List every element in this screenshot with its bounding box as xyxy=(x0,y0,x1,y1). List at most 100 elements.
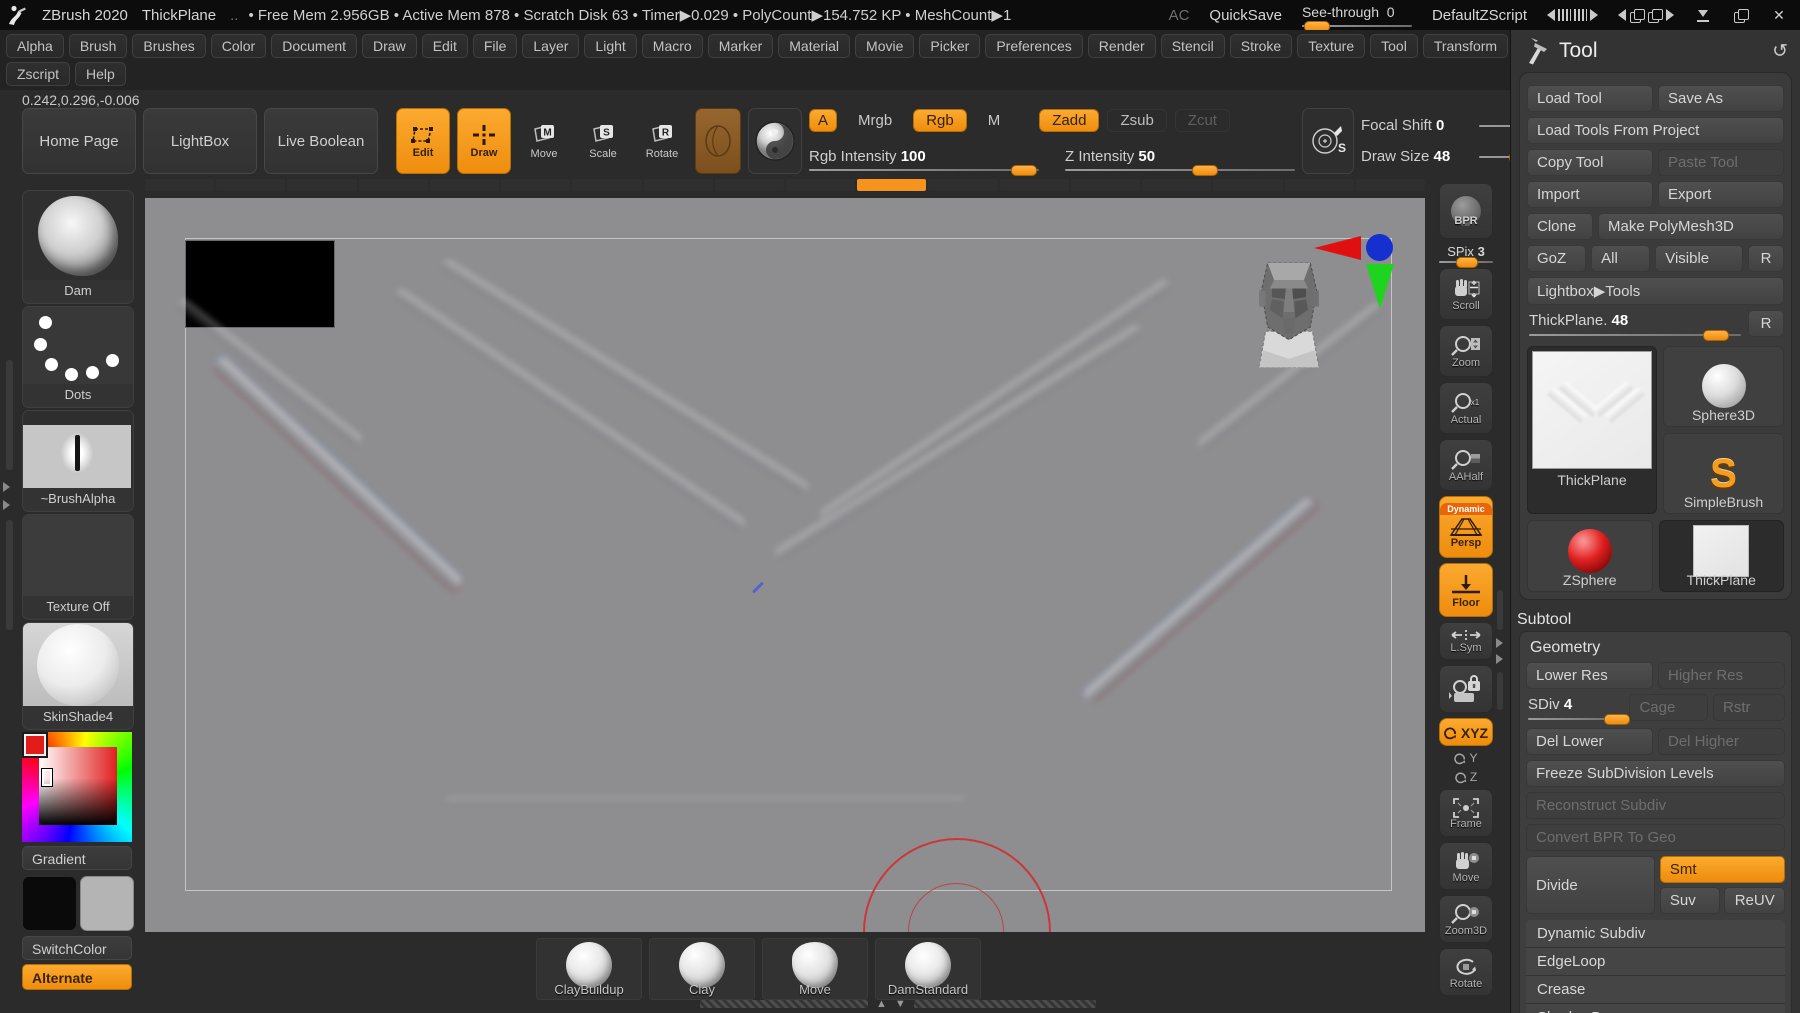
rgb-intensity-handle[interactable] xyxy=(1011,165,1038,176)
move-3d-button[interactable]: Move xyxy=(1439,842,1493,890)
geometry-section-header[interactable]: Geometry xyxy=(1530,639,1781,657)
secondary-color-swatch[interactable] xyxy=(80,876,134,931)
left-tray-scrollbar[interactable] xyxy=(3,360,16,690)
menu-file[interactable]: File xyxy=(472,34,518,58)
rgb-intensity-slider[interactable]: Rgb Intensity 100 xyxy=(809,148,1039,176)
camera-orientation-head-gizmo[interactable] xyxy=(1257,248,1321,376)
bpr-render-button[interactable]: BPR xyxy=(1439,183,1493,239)
menu-draw[interactable]: Draw xyxy=(362,34,417,58)
zadd-toggle[interactable]: Zadd xyxy=(1039,109,1100,132)
quicksave-button[interactable]: QuickSave xyxy=(1209,7,1282,24)
spix-handle[interactable] xyxy=(1456,257,1479,268)
zscript-play-controls[interactable] xyxy=(1547,9,1598,21)
zcut-toggle[interactable]: Zcut xyxy=(1174,109,1230,132)
copy-tool-button[interactable]: Copy Tool xyxy=(1527,149,1653,176)
frame-button[interactable]: Frame xyxy=(1439,789,1493,837)
menu-picker[interactable]: Picker xyxy=(919,34,981,58)
local-symmetry-button[interactable]: L.Sym xyxy=(1439,622,1493,660)
menu-layer[interactable]: Layer xyxy=(522,34,580,58)
move-mode-button[interactable]: M Move xyxy=(518,108,570,174)
floor-toggle-button[interactable]: Floor xyxy=(1439,563,1493,617)
current-alpha-selector[interactable]: ~BrushAlpha xyxy=(22,410,134,512)
import-button[interactable]: Import xyxy=(1527,181,1653,208)
persp-toggle-button[interactable]: Dynamic Persp xyxy=(1439,496,1493,558)
actual-size-button[interactable]: x1 Actual xyxy=(1439,382,1493,434)
z-intensity-slider[interactable]: Z Intensity 50 xyxy=(1065,148,1295,176)
zoom-3d-button[interactable]: Zoom3D xyxy=(1439,895,1493,943)
y-axis-arrow[interactable] xyxy=(1366,264,1394,309)
shelf-down-icon[interactable]: ▼ xyxy=(895,999,906,1010)
material-swatch-button[interactable] xyxy=(695,108,741,174)
a-toggle[interactable]: A xyxy=(809,109,838,132)
color-picker[interactable] xyxy=(22,732,132,842)
panel-reset-icon[interactable]: ↺ xyxy=(1772,40,1788,63)
stroke-settings-button[interactable]: S xyxy=(1302,108,1354,174)
current-texture-selector[interactable]: Texture Off xyxy=(22,514,134,620)
menu-texture[interactable]: Texture xyxy=(1297,34,1366,58)
edit-mode-button[interactable]: Edit xyxy=(396,108,450,174)
save-as-button[interactable]: Save As xyxy=(1658,85,1784,112)
alternate-button[interactable]: Alternate xyxy=(22,964,132,990)
tool-item-simplebrush[interactable]: S SimpleBrush xyxy=(1663,433,1784,514)
sculpt-canvas[interactable] xyxy=(145,198,1425,932)
tray-expand-icon[interactable] xyxy=(3,482,10,492)
menu-render[interactable]: Render xyxy=(1087,34,1156,58)
spix-slider[interactable]: SPix 3 xyxy=(1439,244,1493,268)
scale-mode-button[interactable]: S Scale xyxy=(577,108,629,174)
menu-brush[interactable]: Brush xyxy=(68,34,128,58)
rotate-mode-button[interactable]: R Rotate xyxy=(636,108,688,174)
shelf-brush-move[interactable]: Move xyxy=(762,938,868,1000)
menu-tool[interactable]: Tool xyxy=(1370,34,1418,58)
export-button[interactable]: Export xyxy=(1658,181,1784,208)
tray-expand-icon2[interactable] xyxy=(3,500,10,510)
current-material-ball[interactable] xyxy=(748,108,802,174)
rotate-y-button[interactable]: Y xyxy=(1454,751,1478,765)
nav-expand-icon2[interactable] xyxy=(1496,654,1503,664)
menu-movie[interactable]: Movie xyxy=(855,34,915,58)
goz-button[interactable]: GoZ xyxy=(1527,245,1587,272)
rotate-3d-button[interactable]: Rotate xyxy=(1439,948,1493,996)
doc-prev-icon[interactable] xyxy=(1618,9,1626,21)
tool-item-thickplane[interactable]: ThickPlane xyxy=(1658,520,1784,592)
scroll-doc-button[interactable]: Scroll xyxy=(1439,268,1493,320)
restore-button[interactable] xyxy=(1732,6,1750,24)
del-lower-button[interactable]: Del Lower xyxy=(1526,728,1653,755)
shelf-brush-clay[interactable]: Clay xyxy=(649,938,755,1000)
load-tool-button[interactable]: Load Tool xyxy=(1527,85,1653,112)
menu-preferences[interactable]: Preferences xyxy=(985,34,1083,58)
current-tool-tile[interactable]: ThickPlane xyxy=(1527,346,1657,514)
lightbox-button[interactable]: LightBox xyxy=(143,108,257,174)
freeze-subdivision-button[interactable]: Freeze SubDivision Levels xyxy=(1526,760,1785,787)
z-axis-dot[interactable] xyxy=(1366,234,1393,261)
doc-next-icon[interactable] xyxy=(1666,9,1674,21)
current-brush-selector[interactable]: Dam xyxy=(22,190,134,304)
nav-expand-icon[interactable] xyxy=(1496,638,1503,648)
menu-material[interactable]: Material xyxy=(778,34,851,58)
minimize-button[interactable] xyxy=(1694,6,1712,24)
subtool-section-header[interactable]: Subtool xyxy=(1517,611,1794,629)
main-color-swatch[interactable] xyxy=(22,876,77,931)
current-color-swatch[interactable] xyxy=(24,734,46,756)
suv-toggle[interactable]: Suv xyxy=(1659,887,1721,914)
see-through-slider[interactable]: See-through 0 xyxy=(1301,4,1412,32)
mrgb-toggle[interactable]: Mrgb xyxy=(845,109,905,132)
zoom-doc-button[interactable]: Zoom xyxy=(1439,325,1493,377)
goz-r-button[interactable]: R xyxy=(1748,245,1784,272)
lightbox-tools-button[interactable]: Lightbox▶Tools xyxy=(1527,277,1784,305)
sdiv-slider[interactable]: SDiv 4 xyxy=(1526,694,1630,725)
shelf-brush-claybuildup[interactable]: ClayBuildup xyxy=(536,938,642,1000)
menu-brushes[interactable]: Brushes xyxy=(132,34,206,58)
zsub-toggle[interactable]: Zsub xyxy=(1107,109,1167,132)
zscript-forward-icon[interactable] xyxy=(1590,9,1598,21)
rotate-xyz-button[interactable]: XYZ xyxy=(1439,718,1493,746)
rotate-z-button[interactable]: Z xyxy=(1455,770,1477,784)
shelf-up-icon[interactable]: ▲ xyxy=(876,999,887,1010)
default-zscript-button[interactable]: DefaultZScript xyxy=(1432,7,1527,24)
goz-visible-button[interactable]: Visible xyxy=(1655,245,1743,272)
clone-button[interactable]: Clone xyxy=(1527,213,1593,240)
goz-all-button[interactable]: All xyxy=(1591,245,1651,272)
tool-item-sphere3d[interactable]: Sphere3D xyxy=(1663,346,1784,427)
rgb-toggle[interactable]: Rgb xyxy=(913,109,967,132)
menu-transform[interactable]: Transform xyxy=(1422,34,1509,58)
menu-stencil[interactable]: Stencil xyxy=(1160,34,1225,58)
